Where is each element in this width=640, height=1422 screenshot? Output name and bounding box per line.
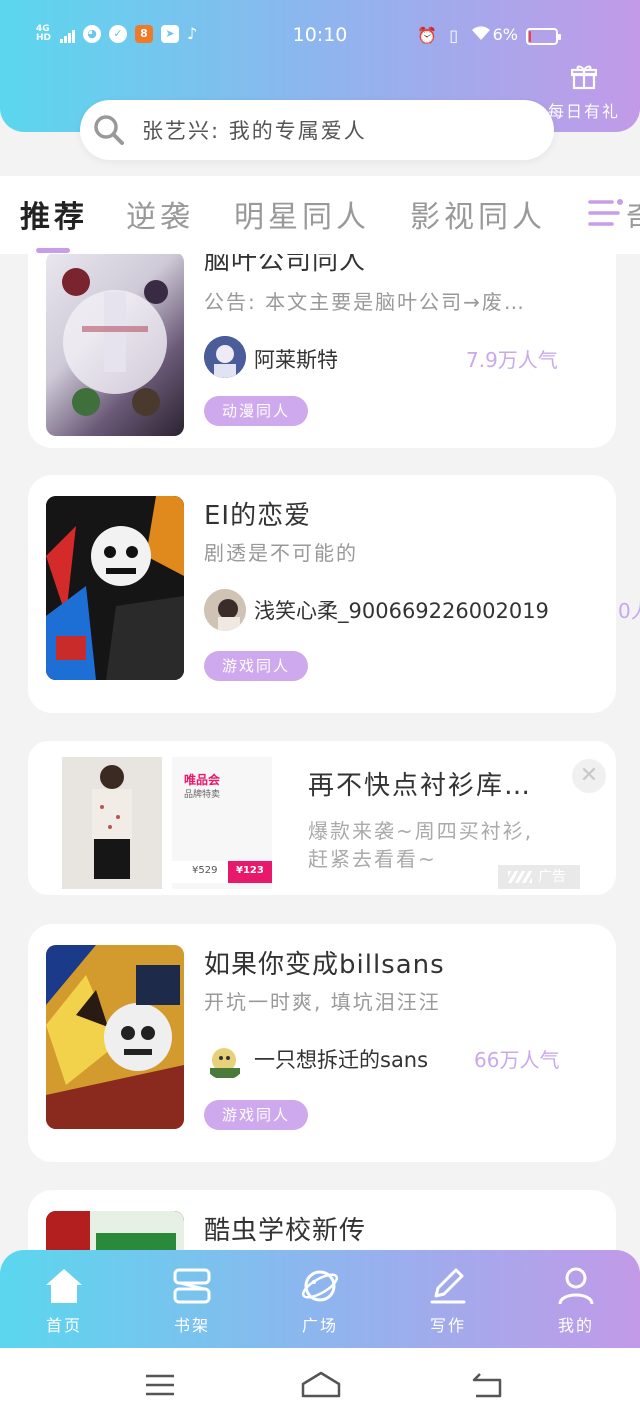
ad-badge: 广告: [498, 865, 580, 889]
bookshelf-icon: [152, 1266, 232, 1306]
book-title: 脑叶公司同人: [204, 254, 367, 276]
bottom-navigation: 首页 书架 广场 写作 我的: [0, 1250, 640, 1348]
book-cover: [46, 496, 184, 680]
status-icons: ⏰ ▯: [417, 24, 492, 46]
user-icon: [536, 1266, 616, 1306]
author-name: 一只想拆迁的sans: [254, 1048, 429, 1072]
book-cover: [46, 945, 184, 1129]
category-menu-icon[interactable]: [586, 196, 626, 232]
nav-write[interactable]: 写作: [408, 1266, 488, 1336]
book-cover: [46, 1211, 184, 1250]
nav-bookshelf[interactable]: 书架: [152, 1266, 232, 1336]
home-icon: [24, 1266, 104, 1306]
ad-title: 再不快点衬衫库…: [308, 771, 533, 801]
alarm-icon: ⏰: [417, 25, 438, 45]
system-navigation-bar: [0, 1348, 640, 1422]
tab-fantasy[interactable]: 奇幻: [626, 192, 640, 236]
wifi-icon: [470, 24, 492, 46]
vibrate-icon: ▯: [449, 25, 458, 45]
author-name: 阿莱斯特: [254, 348, 338, 372]
close-icon[interactable]: ✕: [572, 759, 606, 793]
nav-square[interactable]: 广场: [280, 1266, 360, 1336]
search-bar[interactable]: 张艺兴: 我的专属爱人: [80, 100, 554, 160]
popularity: 66万人气: [474, 1048, 560, 1072]
book-title: EI的恋爱: [204, 501, 312, 531]
popularity: 0人气: [618, 599, 640, 623]
ad-brand: 唯品会: [184, 773, 221, 787]
daily-gift-button[interactable]: 每日有礼: [544, 64, 624, 122]
tab-film-fanfic[interactable]: 影视同人: [410, 192, 546, 236]
book-card[interactable]: EI的恋爱 剧透是不可能的 浅笑心柔_900669226002019 0人气 游…: [28, 475, 640, 713]
search-placeholder: 张艺兴: 我的专属爱人: [142, 119, 367, 143]
tab-recommend[interactable]: 推荐: [20, 192, 88, 236]
pen-icon: [408, 1266, 488, 1306]
status-bar: 4G HD ◕ ✓ 8 ➤ ♪ 10:10 ⏰ ▯ 6%: [0, 0, 640, 72]
book-description: 公告: 本文主要是脑叶公司→废…: [204, 290, 526, 314]
tab-comeback[interactable]: 逆袭: [126, 192, 194, 236]
genre-tag[interactable]: 游戏同人: [204, 651, 309, 681]
genre-tag[interactable]: 动漫同人: [204, 396, 309, 426]
nav-label: 首页: [45, 1316, 82, 1335]
battery-level: [529, 31, 531, 42]
book-title: 如果你变成billsans: [204, 950, 445, 980]
book-feed: 脑叶公司同人 公告: 本文主要是脑叶公司→废… 阿莱斯特 7.9万人气 动漫同人…: [0, 254, 640, 1250]
author-avatar: [204, 1038, 246, 1080]
nav-label: 写作: [429, 1316, 466, 1335]
author-avatar: [204, 589, 246, 631]
menu-icon[interactable]: [142, 1370, 178, 1400]
battery-icon: [526, 28, 561, 45]
nav-label: 我的: [557, 1316, 594, 1335]
home-button-icon[interactable]: [300, 1370, 342, 1400]
ad-image: 唯品会 品牌特卖 ¥529 ¥123: [62, 757, 272, 889]
ad-price-old: ¥529: [192, 865, 218, 876]
battery-percent: 6%: [492, 25, 518, 44]
back-icon[interactable]: [470, 1370, 506, 1400]
gift-label: 每日有礼: [547, 102, 620, 121]
ad-card[interactable]: 唯品会 品牌特卖 ¥529 ¥123 再不快点衬衫库… 爆款来袭~周四买衬衫, …: [28, 741, 616, 895]
category-tabs: 推荐 逆袭 明星同人 影视同人 奇幻: [0, 176, 640, 254]
ad-brand-sub: 品牌特卖: [184, 790, 221, 800]
genre-tag[interactable]: 游戏同人: [204, 1100, 309, 1130]
nav-label: 广场: [301, 1316, 338, 1335]
book-card[interactable]: 脑叶公司同人 公告: 本文主要是脑叶公司→废… 阿莱斯特 7.9万人气 动漫同人: [28, 254, 616, 448]
book-card[interactable]: 酷虫学校新传: [28, 1190, 616, 1250]
book-title: 酷虫学校新传: [204, 1216, 367, 1246]
tab-indicator: [36, 248, 70, 253]
tab-celebrity-fanfic[interactable]: 明星同人: [234, 192, 370, 236]
gift-icon: [544, 64, 624, 96]
popularity: 7.9万人气: [466, 348, 558, 372]
nav-home[interactable]: 首页: [24, 1266, 104, 1336]
ad-price-new: ¥123: [236, 865, 264, 876]
author-name: 浅笑心柔_900669226002019: [254, 599, 549, 623]
book-card[interactable]: 如果你变成billsans 开坑一时爽, 填坑泪汪汪 一只想拆迁的sans 66…: [28, 924, 616, 1162]
planet-icon: [280, 1266, 360, 1306]
nav-me[interactable]: 我的: [536, 1266, 616, 1336]
book-cover: [46, 254, 184, 436]
author-avatar: [204, 336, 246, 378]
nav-label: 书架: [173, 1316, 210, 1335]
search-icon: [92, 113, 126, 147]
book-description: 剧透是不可能的: [204, 541, 358, 565]
book-description: 开坑一时爽, 填坑泪汪汪: [204, 990, 441, 1014]
